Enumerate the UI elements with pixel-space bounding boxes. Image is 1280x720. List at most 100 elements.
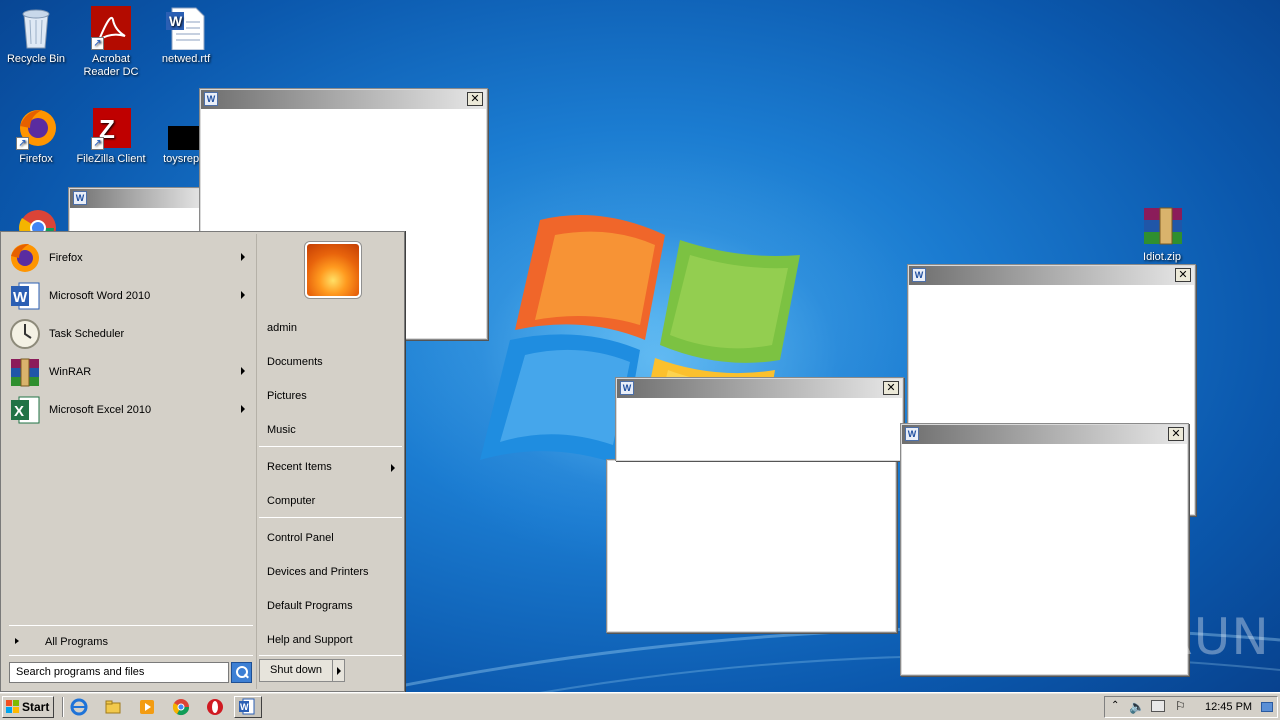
window-titlebar[interactable]: W ✕ [909,266,1194,285]
firefox-icon: ↗ [16,106,56,150]
windows-flag-icon [6,700,19,713]
program-word[interactable]: W Microsoft Word 2010 [9,278,251,314]
link-music[interactable]: Music [267,424,296,436]
firefox-icon [9,242,41,274]
program-label: Firefox [49,252,83,264]
chrome-icon[interactable] [172,698,190,716]
link-user[interactable]: admin [267,322,297,334]
media-player-icon[interactable] [138,698,156,716]
excel-icon: X [9,394,41,426]
window-titlebar[interactable]: W [70,189,206,208]
all-programs-button[interactable]: All Programs [11,634,251,652]
divider [62,697,64,717]
word-taskbar-button[interactable]: W [234,696,262,718]
internet-explorer-icon[interactable] [70,698,88,716]
desktop-icon-label: Idiot.zip [1143,251,1181,263]
link-help-support[interactable]: Help and Support [267,634,353,646]
clock[interactable]: 12:45 PM [1205,701,1252,713]
link-computer[interactable]: Computer [267,495,315,507]
window-titlebar[interactable]: W ✕ [617,379,902,398]
clock-icon [9,318,41,350]
program-winrar[interactable]: WinRAR [9,354,251,390]
link-devices-printers[interactable]: Devices and Printers [267,566,369,578]
desktop-icon-netwed-rtf[interactable]: W netwed.rtf [148,6,224,66]
divider [259,655,402,656]
divider [259,517,402,518]
program-excel[interactable]: X Microsoft Excel 2010 [9,392,251,428]
volume-icon[interactable]: 🔈 [1129,699,1145,715]
all-programs-label: All Programs [45,636,108,648]
word-icon: W [9,280,41,312]
svg-text:X: X [14,403,24,420]
close-button[interactable]: ✕ [883,381,899,395]
window-titlebar[interactable]: W ✕ [201,90,486,109]
link-pictures[interactable]: Pictures [267,390,307,402]
shutdown-options-button[interactable] [332,659,345,682]
word-window[interactable]: W ✕ [615,377,904,461]
word-icon: W [912,268,926,282]
user-avatar[interactable] [305,242,361,298]
program-task-scheduler[interactable]: Task Scheduler [9,316,251,352]
program-label: Microsoft Excel 2010 [49,404,152,416]
start-button[interactable]: Start [2,696,54,718]
word-window[interactable]: W [68,187,208,237]
word-icon: W [204,92,218,106]
start-label: Start [22,700,50,714]
word-icon: W [239,698,255,715]
submenu-arrow-icon [241,253,245,261]
action-center-flag-icon[interactable]: ⚐ [1175,699,1186,713]
shortcut-arrow-icon: ↗ [91,137,104,150]
desktop-icon-acrobat-reader[interactable]: ↗ Acrobat Reader DC [73,6,149,79]
desktop-icon-label: netwed.rtf [161,53,211,65]
link-recent-items[interactable]: Recent Items [267,461,401,473]
desktop-icon-recycle-bin[interactable]: Recycle Bin [0,6,74,66]
start-menu-links: admin Documents Pictures Music Recent It… [256,234,403,689]
word-icon: W [620,381,634,395]
shortcut-arrow-icon: ↗ [91,37,104,50]
shortcut-arrow-icon: ↗ [16,137,29,150]
shutdown-button[interactable]: Shut down [259,659,333,682]
desktop-icon-label: Acrobat Reader DC [83,53,139,78]
submenu-arrow-icon [241,367,245,375]
system-tray: ⌃ 🔈 ⚐ 12:45 PM [1104,696,1278,718]
svg-text:W: W [13,289,28,306]
search-icon[interactable] [231,662,252,683]
desktop-icon-filezilla[interactable]: Z ↗ FileZilla Client [73,106,149,166]
winrar-archive-icon [1142,204,1190,248]
link-control-panel[interactable]: Control Panel [267,532,334,544]
window-titlebar[interactable]: W ✕ [902,425,1187,444]
link-label: Recent Items [267,461,332,473]
submenu-arrow-icon [391,464,395,472]
winrar-icon [9,356,41,388]
program-label: Task Scheduler [49,328,125,340]
link-documents[interactable]: Documents [267,356,323,368]
desktop-icon-firefox[interactable]: ↗ Firefox [0,106,74,166]
program-firefox[interactable]: Firefox [9,240,251,276]
file-explorer-icon[interactable] [104,698,122,716]
network-icon[interactable] [1151,700,1165,712]
word-window[interactable] [606,459,897,633]
submenu-arrow-icon [241,291,245,299]
opera-icon[interactable] [206,698,224,716]
program-label: Microsoft Word 2010 [49,290,151,302]
word-icon: W [905,427,919,441]
start-menu: Firefox W Microsoft Word 2010 Task Sched… [0,231,405,692]
close-button[interactable]: ✕ [1175,268,1191,282]
desktop-icon-label: FileZilla Client [76,153,146,165]
divider [259,446,402,447]
show-hidden-icons-icon[interactable]: ⌃ [1111,700,1119,711]
close-button[interactable]: ✕ [467,92,483,106]
recycle-bin-icon [16,6,56,50]
taskbar: Start W ⌃ 🔈 ⚐ 12:45 PM [0,692,1280,720]
start-menu-programs: Firefox W Microsoft Word 2010 Task Sched… [3,234,254,689]
desktop-icon-idiot-zip[interactable]: Idiot.zip [1124,204,1200,264]
divider [9,655,253,656]
anyrun-watermark: ANY RUN [1036,608,1270,666]
search-input[interactable]: Search programs and files [9,662,229,683]
link-default-programs[interactable]: Default Programs [267,600,353,612]
show-desktop-icon[interactable] [1261,702,1273,712]
expand-arrow-icon [15,638,19,644]
desktop-icon-label: Firefox [19,153,53,165]
word-document-icon: W [166,6,206,51]
close-button[interactable]: ✕ [1168,427,1184,441]
